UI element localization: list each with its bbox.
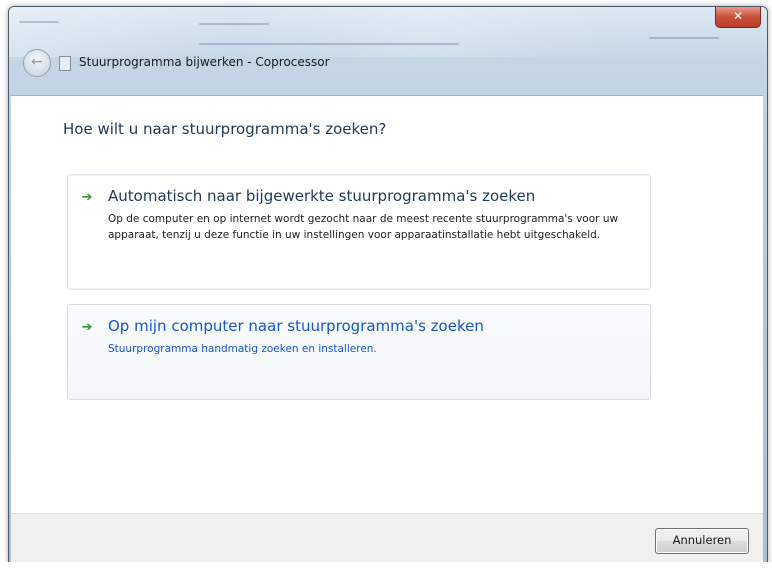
back-button[interactable]: ←	[23, 49, 51, 77]
option-description: Stuurprogramma handmatig zoeken en insta…	[108, 343, 377, 355]
update-driver-window: ✕ ← Stuurprogramma bijwerken - Coprocess…	[8, 6, 768, 564]
option-browse-computer[interactable]: ➔ Op mijn computer naar stuurprogramma's…	[67, 304, 651, 400]
page-bottom-edge	[0, 562, 772, 570]
cancel-button[interactable]: Annuleren	[655, 528, 749, 554]
dialog-footer: Annuleren	[11, 513, 763, 562]
device-icon	[59, 56, 71, 71]
option-title: Op mijn computer naar stuurprogramma's z…	[108, 317, 484, 335]
window-title: Stuurprogramma bijwerken - Coprocessor	[79, 55, 330, 69]
option-search-automatically[interactable]: ➔ Automatisch naar bijgewerkte stuurprog…	[67, 174, 651, 290]
content-area: Hoe wilt u naar stuurprogramma's zoeken?…	[11, 95, 763, 514]
back-arrow-icon: ←	[31, 54, 43, 70]
close-button[interactable]: ✕	[715, 7, 761, 28]
option-description: Op de computer en op internet wordt gezo…	[108, 213, 619, 241]
close-icon: ✕	[732, 9, 744, 23]
green-arrow-icon: ➔	[81, 190, 93, 205]
blurred-background-text	[19, 21, 59, 23]
blurred-background-text	[199, 23, 269, 25]
green-arrow-icon: ➔	[81, 320, 93, 335]
page-heading: Hoe wilt u naar stuurprogramma's zoeken?	[63, 120, 387, 138]
option-title: Automatisch naar bijgewerkte stuurprogra…	[108, 187, 536, 205]
title-bar: ← Stuurprogramma bijwerken - Coprocessor	[9, 29, 767, 83]
